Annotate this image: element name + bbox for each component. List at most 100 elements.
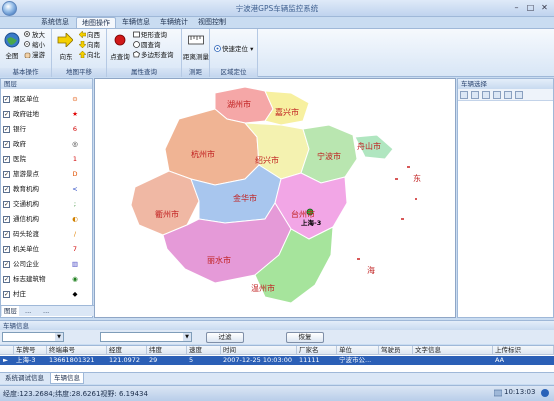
layer-item[interactable]: ✓ 教育机构 <	[1, 183, 92, 196]
close-icon[interactable]: ✕	[538, 2, 551, 13]
clock: 10:13:03	[504, 388, 536, 396]
table-cell: 11111	[299, 356, 320, 364]
ruler-icon[interactable]	[188, 34, 204, 48]
table-header-cell[interactable]: 时间	[221, 346, 297, 355]
table-header-cell[interactable]: 纬度	[147, 346, 187, 355]
layer-checkbox[interactable]: ✓	[3, 96, 10, 103]
ribbon: 全图 放大 缩小 漫游 基本操作 向东 向西 向南 向北 地图平移 点查询 矩形…	[0, 28, 554, 77]
minimize-icon[interactable]: –	[510, 2, 523, 13]
tab-debug-info[interactable]: 系统调试信息	[2, 373, 47, 384]
pan-south-button[interactable]: 向南	[78, 40, 100, 50]
layer-name: 银行	[13, 125, 26, 133]
tab-map-operation[interactable]: 地图操作	[76, 17, 116, 28]
filter-button[interactable]: 过滤	[206, 332, 244, 343]
layer-checkbox[interactable]: ✓	[3, 171, 10, 178]
layer-symbol-icon: ◆	[72, 290, 78, 298]
layer-item[interactable]: ✓ 村庄 ◆	[1, 288, 92, 301]
tab-panel-3[interactable]: ...	[41, 306, 51, 316]
layer-item[interactable]: ✓ 湖区单位 ⊙	[1, 93, 92, 106]
table-header-cell[interactable]: 文字信息	[413, 346, 493, 355]
quick-locate-button[interactable]: 快速定位 ▾	[214, 45, 253, 54]
layer-checkbox[interactable]: ✓	[3, 111, 10, 118]
layer-checkbox[interactable]: ✓	[3, 216, 10, 223]
layer-checkbox[interactable]: ✓	[3, 276, 10, 283]
hand-icon	[24, 51, 31, 59]
filter-value-select[interactable]: ▼	[100, 332, 192, 342]
table-cell	[413, 356, 493, 365]
vehicle-info-title: 车辆信息	[0, 320, 554, 330]
arrow-right-icon[interactable]	[57, 32, 74, 49]
layer-item[interactable]: ✓ 标志建筑物 ◉	[1, 273, 92, 286]
table-cell: 宁波市公...	[339, 356, 372, 364]
layer-checkbox[interactable]: ✓	[3, 261, 10, 268]
layer-item[interactable]: ✓ 交通机构;	[1, 198, 92, 211]
filter-field-select[interactable]: ▼	[2, 332, 64, 342]
layer-panel-title: 图层	[1, 79, 92, 89]
chevron-down-icon: ▼	[55, 333, 63, 341]
layer-checkbox[interactable]: ✓	[3, 291, 10, 298]
table-header-cell[interactable]: 厂家名	[297, 346, 337, 355]
zoom-out-button[interactable]: 缩小	[24, 41, 45, 50]
pan-button[interactable]: 漫游	[24, 51, 45, 60]
vehicle-settings-icon[interactable]	[515, 91, 523, 99]
vehicle-select-title: 车辆选择	[458, 79, 553, 89]
full-map-button[interactable]: 全图	[2, 50, 22, 60]
circle-query-button[interactable]: 圆查询	[133, 41, 161, 50]
network-icon	[493, 389, 503, 397]
tab-vehicle-info[interactable]: 车辆信息	[118, 17, 154, 28]
layer-checkbox[interactable]: ✓	[3, 231, 10, 238]
layer-checkbox[interactable]: ✓	[3, 156, 10, 163]
vehicle-locate-icon[interactable]	[493, 91, 501, 99]
layer-item[interactable]: ✓ 公司企业 ▥	[1, 258, 92, 271]
pan-east-button[interactable]: 向东	[56, 51, 76, 61]
table-header-cell[interactable]: 单位	[337, 346, 379, 355]
table-header-cell[interactable]: 经度	[107, 346, 147, 355]
restore-button[interactable]: 恢复	[286, 332, 324, 343]
map-view[interactable]: 湖州市 嘉兴市 杭州市 绍兴市 宁波市 舟山市 衢州市 金华市 台州市 丽水市 …	[94, 78, 456, 318]
polygon-query-button[interactable]: 多边形查询	[133, 51, 174, 60]
tab-layers[interactable]: 图层	[2, 306, 19, 316]
measure-distance-button[interactable]: 距离测量	[182, 51, 210, 61]
pan-west-button[interactable]: 向西	[78, 30, 100, 40]
tab-vehicle-stats[interactable]: 车辆统计	[156, 17, 192, 28]
table-header-cell[interactable]: 驾驶员	[379, 346, 413, 355]
layer-item[interactable]: ✓ 旅游景点 D	[1, 168, 92, 181]
tab-system-info[interactable]: 系统信息	[36, 17, 74, 28]
vehicle-icon[interactable]	[471, 91, 479, 99]
vehicle-refresh-icon[interactable]	[504, 91, 512, 99]
tab-view-control[interactable]: 视图控制	[194, 17, 230, 28]
bottom-tab-bar: 系统调试信息 车辆信息	[0, 372, 554, 384]
layer-checkbox[interactable]: ✓	[3, 186, 10, 193]
table-header-cell[interactable]: 车牌号	[14, 346, 47, 355]
tree-expand-icon[interactable]	[460, 91, 468, 99]
table-header-cell[interactable]: 上传标识	[493, 346, 554, 355]
tab-vehicle-info-bottom[interactable]: 车辆信息	[50, 373, 84, 384]
rect-query-button[interactable]: 矩形查询	[133, 31, 167, 40]
zoom-in-button[interactable]: 放大	[24, 31, 45, 40]
layer-item[interactable]: ✓ 医院 1	[1, 153, 92, 166]
layer-item[interactable]: ✓ 通信机构 ◐	[1, 213, 92, 226]
layer-item[interactable]: ✓ 银行 6	[1, 123, 92, 136]
tray-icon[interactable]	[540, 388, 550, 398]
globe-icon[interactable]	[4, 32, 20, 50]
layer-checkbox[interactable]: ✓	[3, 126, 10, 133]
layer-item[interactable]: ✓ 机关单位 7	[1, 243, 92, 256]
maximize-icon[interactable]: □	[524, 2, 537, 13]
point-query-button[interactable]: 点查询	[108, 51, 132, 61]
vehicle-track-icon[interactable]	[482, 91, 490, 99]
layer-checkbox[interactable]: ✓	[3, 246, 10, 253]
pan-north-label: 向北	[87, 51, 100, 59]
layer-symbol-icon: ;	[73, 200, 77, 208]
table-row[interactable]: ► 上海-3 13661801321 121.0972 29 5 2007-12…	[0, 356, 554, 365]
point-query-icon[interactable]	[114, 34, 126, 48]
layer-name: 交通机构	[13, 200, 39, 208]
layer-item[interactable]: ✓ 码头轮渡 /	[1, 228, 92, 241]
layer-item[interactable]: ✓ 政府 ◎	[1, 138, 92, 151]
table-header-cell[interactable]: 终端串号	[47, 346, 107, 355]
layer-checkbox[interactable]: ✓	[3, 141, 10, 148]
pan-north-button[interactable]: 向北	[78, 50, 100, 60]
table-header-cell[interactable]: 速度	[187, 346, 221, 355]
layer-checkbox[interactable]: ✓	[3, 201, 10, 208]
layer-item[interactable]: ✓ 政府驻地 ★	[1, 108, 92, 121]
tab-panel-2[interactable]: ...	[23, 306, 33, 316]
